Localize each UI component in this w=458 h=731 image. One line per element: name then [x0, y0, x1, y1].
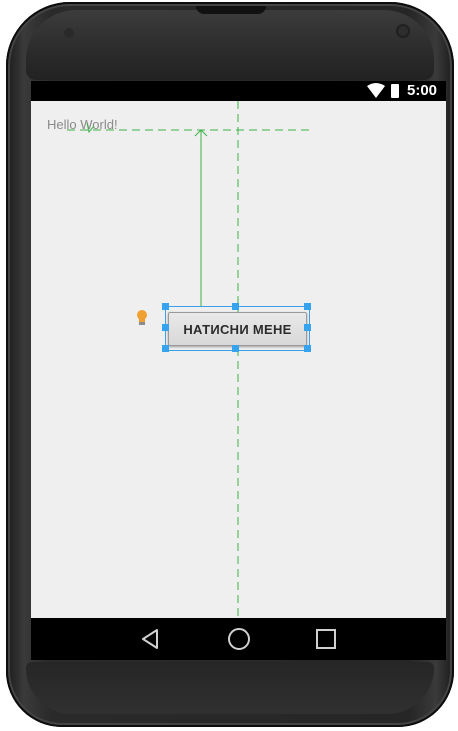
status-time: 5:00 [407, 82, 438, 99]
navigation-bar [31, 618, 446, 660]
resize-handle-top-left[interactable] [162, 303, 169, 310]
resize-handle-top-right[interactable] [304, 303, 311, 310]
home-icon[interactable] [227, 627, 251, 651]
layout-guides [67, 101, 311, 618]
resize-handle-bottom-center[interactable] [232, 345, 239, 352]
recents-icon[interactable] [314, 627, 338, 651]
resize-handle-middle-left[interactable] [162, 324, 169, 331]
resize-handle-top-center[interactable] [232, 303, 239, 310]
phone-bottom-bezel [26, 662, 434, 714]
front-camera [398, 26, 408, 36]
press-me-button[interactable]: НАТИСНИ МЕНЕ [168, 312, 307, 346]
battery-icon [391, 84, 399, 98]
status-bar: 5:00 [31, 81, 446, 101]
app-content: Hello World! НАТИСНИ МЕНЕ [31, 101, 446, 618]
phone-top-bezel [26, 10, 434, 80]
wifi-icon [367, 83, 385, 98]
device-screen: 5:00 Hello World! НАТИСНИ МЕНЕ [31, 81, 446, 660]
proximity-sensor [64, 28, 74, 38]
earpiece [196, 6, 266, 14]
back-icon[interactable] [139, 627, 163, 651]
resize-handle-bottom-left[interactable] [162, 345, 169, 352]
baseline-anchor-arrow [86, 122, 95, 134]
lightbulb-icon[interactable] [135, 309, 149, 327]
resize-handle-middle-right[interactable] [304, 324, 311, 331]
resize-handle-bottom-right[interactable] [304, 345, 311, 352]
